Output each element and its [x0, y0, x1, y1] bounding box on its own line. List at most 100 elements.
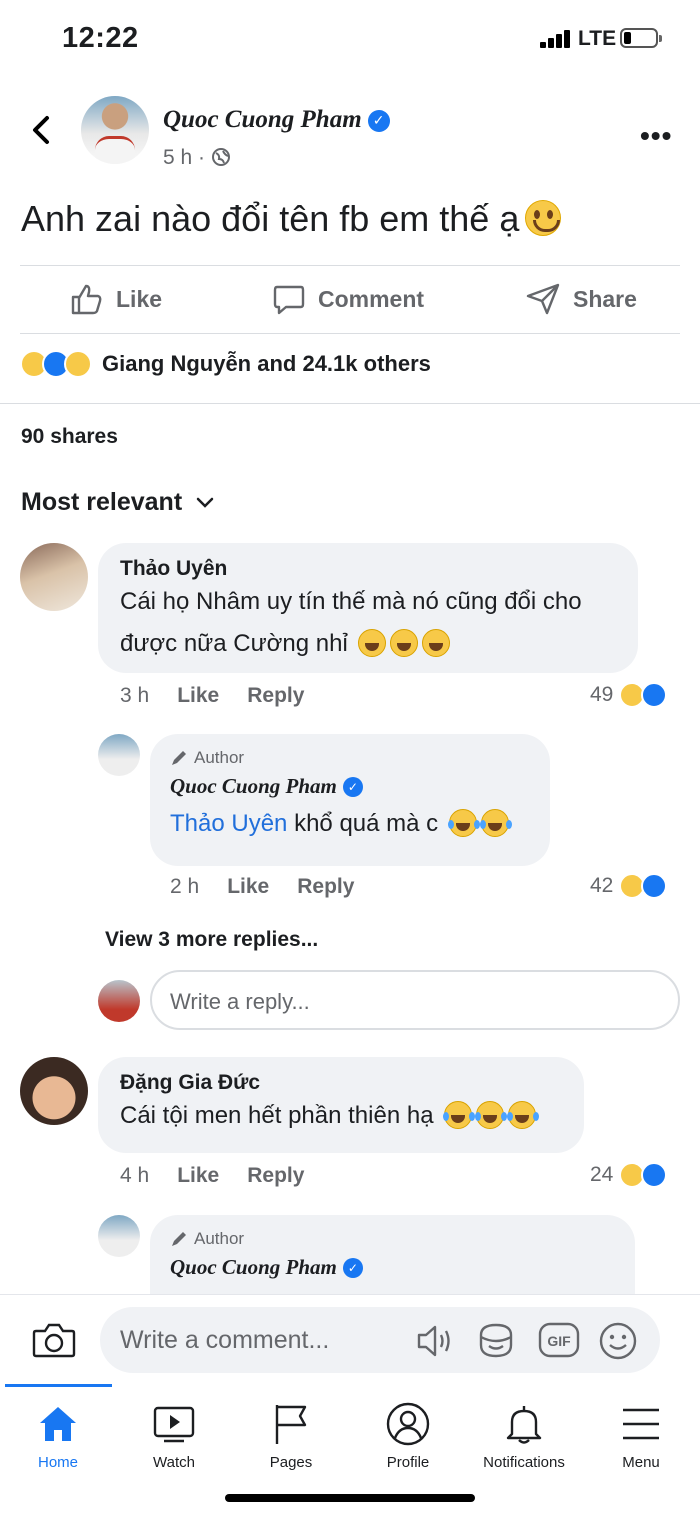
comment-text-content: Cái tội men hết phần thiên hạ: [120, 1102, 434, 1129]
commenter-name[interactable]: Đặng Gia Đức: [120, 1071, 562, 1095]
reply-like-button[interactable]: Like: [227, 875, 269, 899]
audio-icon[interactable]: [416, 1323, 456, 1359]
menu-icon: [623, 1408, 659, 1440]
sort-label: Most relevant: [21, 488, 183, 516]
comment-reaction-count[interactable]: 24: [590, 1162, 668, 1188]
camera-icon[interactable]: [32, 1321, 76, 1364]
reply-reply-button[interactable]: Reply: [297, 875, 354, 899]
post-meta: 5 h ·: [163, 146, 231, 170]
reactions-text: Giang Nguyễn and 24.1k others: [102, 351, 431, 376]
reply-bubble: Author Quoc Cuong Pham ✓: [150, 1215, 635, 1294]
tab-pages[interactable]: Pages: [233, 1400, 349, 1471]
tears-of-joy-emoji-icon: [447, 809, 477, 837]
reply-author-name[interactable]: Quoc Cuong Pham ✓: [170, 1255, 615, 1280]
post-time: 5 h: [163, 146, 193, 169]
author-name-text: Quoc Cuong Pham: [163, 106, 362, 133]
reply-placeholder: Write a reply...: [170, 989, 310, 1014]
tab-watch[interactable]: Watch: [116, 1400, 232, 1471]
reaction-count: 24: [590, 1163, 614, 1186]
tears-of-joy-emoji-icon: [475, 1101, 505, 1129]
author-reply-avatar[interactable]: [98, 1215, 140, 1257]
more-options-icon[interactable]: •••: [640, 120, 672, 152]
sad-reaction-icon: [64, 350, 92, 378]
pencil-icon: [172, 1232, 186, 1246]
commenter-avatar[interactable]: [20, 543, 88, 611]
author-reply-avatar[interactable]: [98, 734, 140, 776]
comment-button[interactable]: Comment: [272, 282, 424, 316]
divider: [20, 265, 680, 266]
like-button[interactable]: Like: [70, 282, 162, 316]
comment-text: Cái họ Nhâm uy tín thế mà nó cũng đổi ch…: [120, 581, 616, 665]
author-tag-label: Author: [194, 748, 245, 767]
tears-of-joy-emoji-icon: [507, 1101, 537, 1129]
like-reaction-icon: [641, 873, 668, 899]
comment-reaction-count[interactable]: 49: [590, 682, 668, 708]
gif-icon[interactable]: GIF: [538, 1321, 580, 1359]
comment-composer: Write a comment... GIF: [0, 1294, 700, 1384]
reaction-count: 42: [590, 874, 614, 897]
comment-input[interactable]: Write a comment... GIF: [100, 1307, 660, 1373]
signal-icon: [540, 30, 574, 48]
current-user-avatar: [98, 980, 140, 1022]
status-bar: 12:22 LTE: [0, 0, 700, 80]
comment-time: 4 h: [120, 1164, 150, 1187]
chevron-left-icon: [33, 116, 49, 144]
comment-bubble: Đặng Gia Đức Cái tội men hết phần thiên …: [98, 1057, 584, 1153]
comment-reply-button[interactable]: Reply: [247, 684, 304, 708]
reply-reaction-count[interactable]: 42: [590, 873, 668, 899]
tears-of-joy-emoji-icon: [443, 1101, 473, 1129]
author-avatar[interactable]: [81, 96, 149, 164]
tab-menu[interactable]: Menu: [583, 1400, 699, 1471]
comment-reply-button[interactable]: Reply: [247, 1164, 304, 1188]
commenter-name[interactable]: Thảo Uyên: [120, 557, 616, 581]
reply-input[interactable]: Write a reply...: [150, 970, 680, 1030]
home-icon: [40, 1407, 76, 1441]
reply-author-name[interactable]: Quoc Cuong Pham ✓: [170, 774, 530, 799]
comment-icon: [273, 285, 305, 315]
flag-icon: [275, 1405, 307, 1444]
comment-like-button[interactable]: Like: [177, 1164, 219, 1188]
author-tag-label: Author: [194, 1229, 245, 1248]
sticker-icon[interactable]: [476, 1321, 516, 1359]
author-tag: Author: [170, 748, 530, 768]
status-time: 12:22: [62, 22, 139, 54]
mention-link[interactable]: Thảo Uyên: [170, 810, 287, 837]
divider: [20, 333, 680, 334]
commenter-avatar[interactable]: [20, 1057, 88, 1125]
emoji-icon[interactable]: [598, 1321, 638, 1361]
tab-notifications[interactable]: Notifications: [466, 1400, 582, 1471]
share-button[interactable]: Share: [525, 282, 637, 316]
shares-count[interactable]: 90 shares: [21, 425, 118, 449]
laughing-emoji-icon: [358, 629, 387, 657]
tab-home[interactable]: Home: [0, 1400, 116, 1471]
view-more-replies-link[interactable]: View 3 more replies...: [105, 928, 318, 952]
tab-label: Home: [37, 1454, 78, 1471]
tab-profile[interactable]: Profile: [350, 1400, 466, 1471]
svg-text:GIF: GIF: [547, 1333, 571, 1349]
verified-icon: ✓: [367, 110, 390, 132]
reply-bubble: Author Quoc Cuong Pham ✓ Thảo Uyên khổ qu…: [150, 734, 550, 866]
laughing-emoji-icon: [422, 629, 451, 657]
share-icon: [526, 283, 560, 315]
grinning-emoji-icon: [525, 200, 562, 236]
back-button[interactable]: [25, 110, 55, 150]
sort-comments[interactable]: Most relevant: [21, 488, 214, 517]
comment-like-button[interactable]: Like: [177, 684, 219, 708]
post-action-bar: Like Comment Share: [0, 268, 700, 332]
share-label: Share: [573, 285, 637, 312]
reply-author-name-text: Quoc Cuong Pham: [170, 1255, 337, 1279]
tab-label: Menu: [622, 1454, 660, 1471]
post-text-content: Anh zai nào đổi tên fb em thế ạ: [21, 198, 520, 239]
like-reaction-icon: [641, 682, 668, 708]
reply-time: 2 h: [170, 875, 200, 898]
thumbs-up-icon: [71, 284, 102, 315]
reactions-summary[interactable]: Giang Nguyễn and 24.1k others: [20, 350, 431, 378]
network-label: LTE: [578, 27, 617, 50]
divider: [0, 403, 700, 404]
reply-author-name-text: Quoc Cuong Pham: [170, 774, 337, 798]
reply-text: Thảo Uyên khổ quá mà c: [170, 803, 530, 845]
author-name[interactable]: Quoc Cuong Pham ✓: [163, 106, 390, 134]
pencil-icon: [172, 751, 186, 765]
reaction-count: 49: [590, 683, 614, 706]
verified-icon: ✓: [342, 1258, 363, 1278]
